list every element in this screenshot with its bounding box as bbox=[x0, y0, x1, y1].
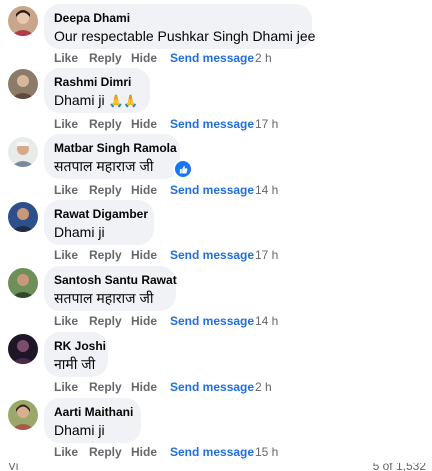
like-reaction-icon[interactable] bbox=[173, 159, 193, 179]
send-message-button[interactable]: Send message bbox=[170, 313, 254, 329]
comment-author[interactable]: Deepa Dhami bbox=[54, 10, 301, 26]
send-message-button[interactable]: Send message bbox=[170, 116, 254, 132]
send-message-button[interactable]: Send message bbox=[170, 182, 254, 198]
reply-button[interactable]: Reply bbox=[89, 444, 122, 460]
comment-text: सतपाल महाराज जी bbox=[54, 158, 154, 174]
comment-timestamp[interactable]: 17 h bbox=[255, 247, 278, 263]
reply-button[interactable]: Reply bbox=[89, 247, 122, 263]
comment-timestamp[interactable]: 14 h bbox=[255, 313, 278, 329]
avatar[interactable] bbox=[8, 334, 38, 364]
comment-timestamp[interactable]: 17 h bbox=[255, 116, 278, 132]
comment-text: Dhami ji 🙏🙏 bbox=[54, 91, 139, 111]
comment-bubble: RK Joshi नामी जी bbox=[44, 332, 108, 377]
comment-text: Dhami ji bbox=[54, 422, 105, 438]
reply-button[interactable]: Reply bbox=[89, 182, 122, 198]
comment-bubble: Rashmi Dimri Dhami ji 🙏🙏 bbox=[44, 68, 150, 113]
comment-author[interactable]: Santosh Santu Rawat bbox=[54, 272, 177, 288]
comment-timestamp[interactable]: 14 h bbox=[255, 182, 278, 198]
view-more-comments-link[interactable]: Vi bbox=[8, 463, 18, 471]
hide-button[interactable]: Hide bbox=[131, 50, 157, 66]
send-message-button[interactable]: Send message bbox=[170, 379, 254, 395]
avatar[interactable] bbox=[8, 6, 38, 36]
pray-emoji-icon: 🙏🙏 bbox=[108, 94, 139, 108]
send-message-button[interactable]: Send message bbox=[170, 444, 254, 460]
comment-count: 5 of 1,532 bbox=[372, 463, 426, 471]
send-message-button[interactable]: Send message bbox=[170, 247, 254, 263]
comment-timestamp[interactable]: 2 h bbox=[255, 50, 272, 66]
reply-button[interactable]: Reply bbox=[89, 116, 122, 132]
hide-button[interactable]: Hide bbox=[131, 379, 157, 395]
like-button[interactable]: Like bbox=[54, 247, 78, 263]
avatar[interactable] bbox=[8, 268, 38, 298]
comment-timestamp[interactable]: 15 h bbox=[255, 444, 278, 460]
like-button[interactable]: Like bbox=[54, 116, 78, 132]
reply-button[interactable]: Reply bbox=[89, 379, 122, 395]
comment-author[interactable]: Aarti Maithani bbox=[54, 404, 133, 420]
like-button[interactable]: Like bbox=[54, 444, 78, 460]
avatar[interactable] bbox=[8, 137, 38, 167]
reply-button[interactable]: Reply bbox=[89, 50, 122, 66]
comments-footer: Vi 5 of 1,532 bbox=[0, 463, 432, 471]
like-button[interactable]: Like bbox=[54, 50, 78, 66]
comment-author[interactable]: RK Joshi bbox=[54, 338, 106, 354]
comment-text: Dhami ji bbox=[54, 224, 105, 240]
like-button[interactable]: Like bbox=[54, 379, 78, 395]
comment-bubble: Aarti Maithani Dhami ji bbox=[44, 398, 141, 443]
avatar[interactable] bbox=[8, 202, 38, 232]
comment-author[interactable]: Matbar Singh Ramola bbox=[54, 140, 177, 156]
hide-button[interactable]: Hide bbox=[131, 116, 157, 132]
comment-bubble: Deepa Dhami Our respectable Pushkar Sing… bbox=[44, 4, 316, 49]
hide-button[interactable]: Hide bbox=[131, 313, 157, 329]
comment-bubble: Santosh Santu Rawat सतपाल महाराज जी bbox=[44, 266, 177, 311]
comment-text: सतपाल महाराज जी bbox=[54, 290, 154, 306]
avatar[interactable] bbox=[8, 69, 38, 99]
reply-button[interactable]: Reply bbox=[89, 313, 122, 329]
comment-bubble: Rawat Digamber Dhami ji bbox=[44, 200, 154, 245]
comment-author[interactable]: Rashmi Dimri bbox=[54, 74, 139, 90]
comment-text: Our respectable Pushkar Singh Dhami jee bbox=[54, 28, 316, 44]
comment-timestamp[interactable]: 2 h bbox=[255, 379, 272, 395]
hide-button[interactable]: Hide bbox=[131, 182, 157, 198]
comment-text-body: Dhami ji bbox=[54, 92, 105, 108]
hide-button[interactable]: Hide bbox=[131, 444, 157, 460]
send-message-button[interactable]: Send message bbox=[170, 50, 254, 66]
comment-text: नामी जी bbox=[54, 356, 96, 372]
like-button[interactable]: Like bbox=[54, 313, 78, 329]
hide-button[interactable]: Hide bbox=[131, 247, 157, 263]
comment-author[interactable]: Rawat Digamber bbox=[54, 206, 148, 222]
avatar[interactable] bbox=[8, 400, 38, 430]
comment-bubble: Matbar Singh Ramola सतपाल महाराज जी bbox=[44, 134, 180, 179]
like-button[interactable]: Like bbox=[54, 182, 78, 198]
